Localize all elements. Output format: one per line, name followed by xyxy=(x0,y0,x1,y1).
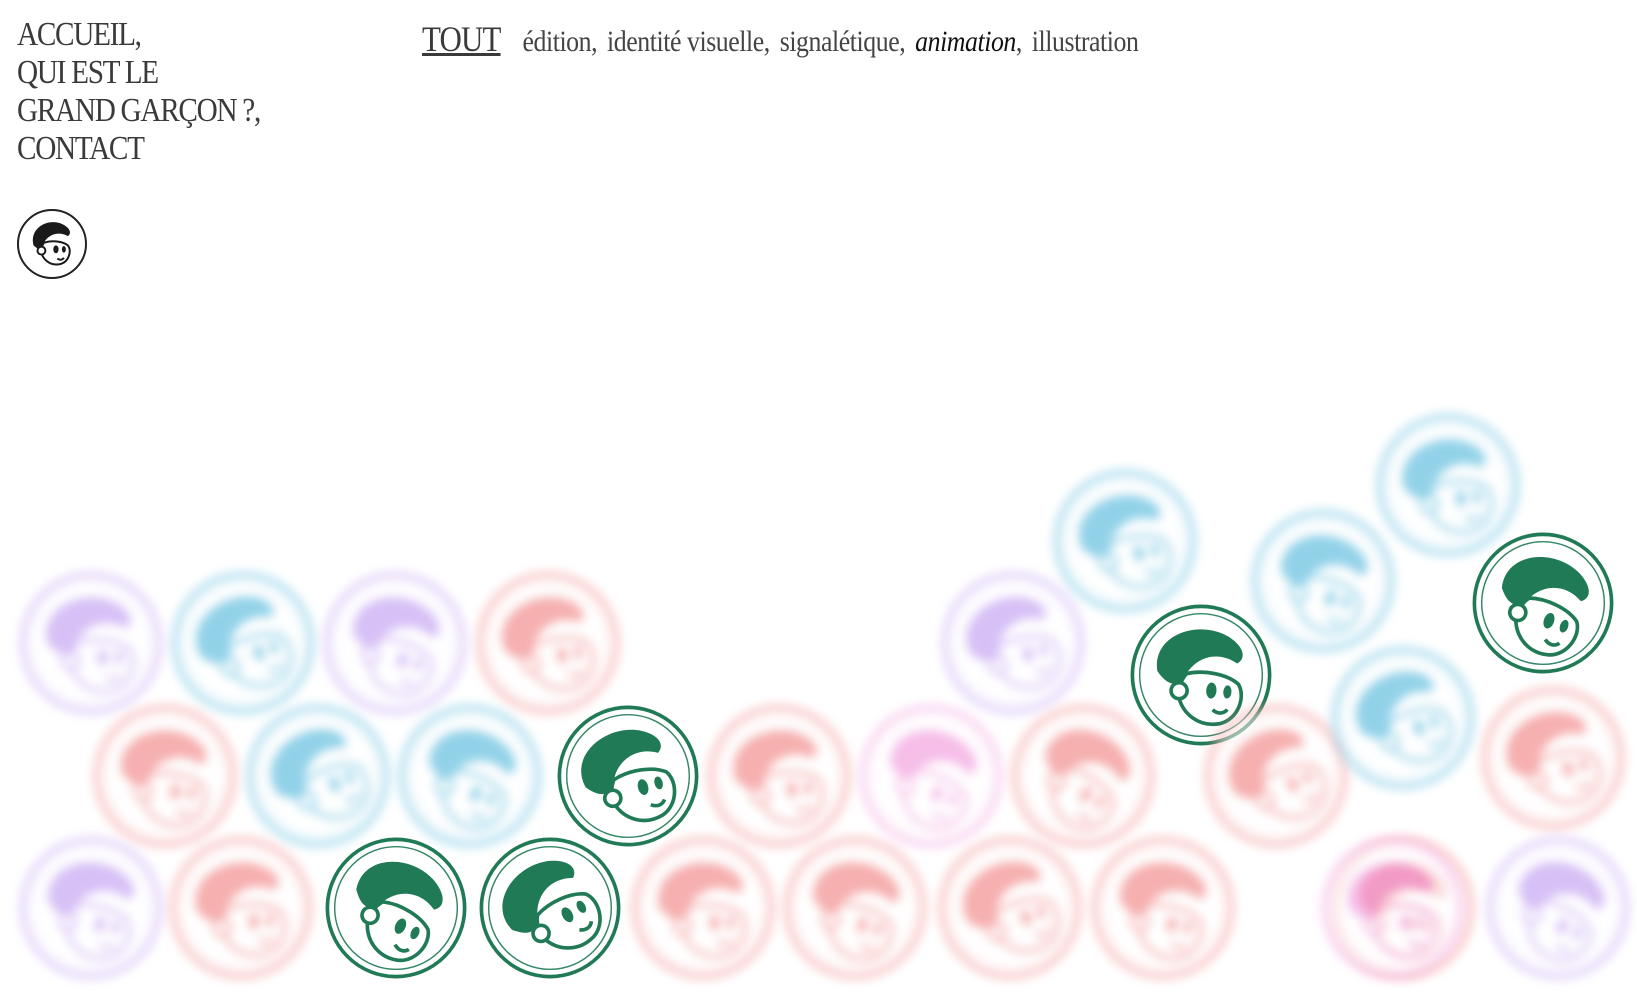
project-bubble[interactable] xyxy=(1485,835,1631,981)
filter-separator: , xyxy=(899,25,906,58)
project-bubble-active[interactable] xyxy=(1470,530,1616,676)
filter-separator: , xyxy=(763,25,770,58)
boy-face-icon xyxy=(939,837,1081,979)
nav-link-contact[interactable]: CONTACT xyxy=(17,130,260,168)
filter-all[interactable]: TOUT xyxy=(422,19,501,59)
boy-face-icon xyxy=(784,837,926,979)
filter-edition[interactable]: édition xyxy=(522,25,591,58)
boy-face-icon xyxy=(172,572,314,714)
filter-separator: , xyxy=(1015,25,1022,58)
filter-identite-visuelle[interactable]: identité visuelle xyxy=(607,25,764,58)
boy-face-icon xyxy=(94,705,236,847)
nav-link-grand-garcon[interactable]: GRAND GARÇON ?, xyxy=(17,92,261,130)
boy-face-icon xyxy=(477,572,619,714)
project-bubble[interactable] xyxy=(937,835,1083,981)
project-bubble[interactable] xyxy=(18,570,164,716)
project-bubble[interactable] xyxy=(170,570,316,716)
project-bubble[interactable] xyxy=(245,703,391,849)
project-bubble[interactable] xyxy=(322,570,468,716)
boy-face-icon[interactable] xyxy=(17,209,87,279)
filter-animation[interactable]: animation xyxy=(915,25,1016,58)
boy-face-icon xyxy=(1322,837,1464,979)
project-bubble[interactable] xyxy=(475,570,621,716)
project-bubble[interactable] xyxy=(92,703,238,849)
boy-face-icon xyxy=(860,705,1002,847)
boy-face-icon xyxy=(399,705,541,847)
boy-face-icon xyxy=(1472,532,1614,674)
project-bubble[interactable] xyxy=(18,835,164,981)
nav-link-accueil[interactable]: ACCUEIL, xyxy=(17,16,260,54)
project-bubble[interactable] xyxy=(168,835,314,981)
project-bubble[interactable] xyxy=(630,835,776,981)
boy-face-icon xyxy=(479,837,621,979)
boy-face-icon xyxy=(20,572,162,714)
boy-face-icon xyxy=(1205,705,1347,847)
project-bubble[interactable] xyxy=(1330,645,1476,791)
boy-face-icon xyxy=(170,837,312,979)
boy-face-icon xyxy=(1054,470,1196,612)
project-bubble[interactable] xyxy=(1090,835,1236,981)
filter-illustration[interactable]: illustration xyxy=(1032,25,1139,58)
project-bubble-active[interactable] xyxy=(477,835,623,981)
project-bubble[interactable] xyxy=(1320,835,1466,981)
category-filters: TOUT édition, identité visuelle, signalé… xyxy=(422,18,1139,60)
main-nav: ACCUEIL, QUI EST LE GRAND GARÇON ?, CONT… xyxy=(17,16,261,168)
boy-face-icon xyxy=(708,705,850,847)
boy-face-icon xyxy=(20,837,162,979)
boy-face-icon xyxy=(1332,647,1474,789)
project-bubble[interactable] xyxy=(397,703,543,849)
filter-signaletique[interactable]: signalétique xyxy=(780,25,900,58)
boy-face-icon xyxy=(1487,837,1629,979)
filter-separator: , xyxy=(591,25,598,58)
project-bubble-active[interactable] xyxy=(555,703,701,849)
logo-svg xyxy=(32,222,71,266)
boy-face-icon xyxy=(1092,837,1234,979)
boy-face-icon xyxy=(632,837,774,979)
boy-face-icon xyxy=(324,572,466,714)
boy-face-icon xyxy=(557,705,699,847)
project-bubble[interactable] xyxy=(782,835,928,981)
project-bubble[interactable] xyxy=(1203,703,1349,849)
project-bubble[interactable] xyxy=(858,703,1004,849)
boy-face-icon xyxy=(1482,687,1624,829)
boy-face-icon xyxy=(247,705,389,847)
boy-face-icon xyxy=(325,837,467,979)
project-bubble[interactable] xyxy=(1052,468,1198,614)
project-bubble-active[interactable] xyxy=(323,835,469,981)
nav-link-qui-est-le[interactable]: QUI EST LE xyxy=(17,54,260,92)
project-bubble[interactable] xyxy=(1480,685,1626,831)
project-bubble[interactable] xyxy=(706,703,852,849)
